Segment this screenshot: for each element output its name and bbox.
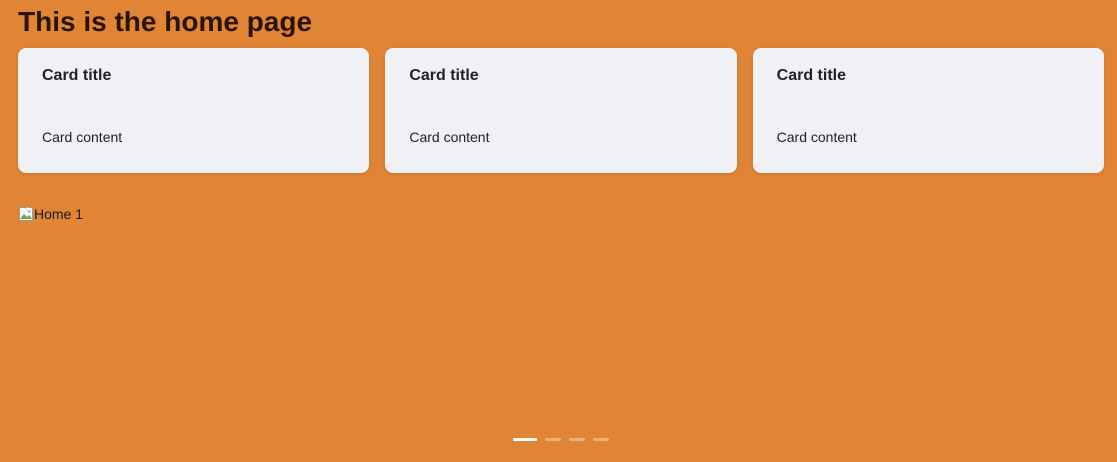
card-title: Card title: [42, 67, 112, 84]
carousel-indicators: [513, 438, 609, 441]
carousel-dot-2[interactable]: [545, 438, 561, 441]
card-title: Card title: [776, 67, 846, 84]
card-row: Card title Card content Card title Card …: [18, 48, 1104, 173]
image-alt-text: Home 1: [34, 206, 84, 222]
image-carousel[interactable]: Home 1: [18, 204, 1104, 454]
card-content: Card content: [776, 129, 857, 145]
card: Card title Card content: [385, 48, 737, 173]
carousel-dot-4[interactable]: [593, 438, 609, 441]
card: Card title Card content: [752, 48, 1104, 173]
card-content: Card content: [42, 129, 123, 145]
carousel-slide-image: Home 1: [18, 204, 83, 224]
card-content: Card content: [409, 129, 490, 145]
broken-image-icon: [18, 206, 34, 222]
page-title: This is the home page: [18, 6, 313, 37]
card-title: Card title: [409, 67, 479, 84]
carousel-dot-3[interactable]: [569, 438, 585, 441]
card: Card title Card content: [18, 48, 370, 173]
carousel-dot-1[interactable]: [513, 438, 537, 441]
